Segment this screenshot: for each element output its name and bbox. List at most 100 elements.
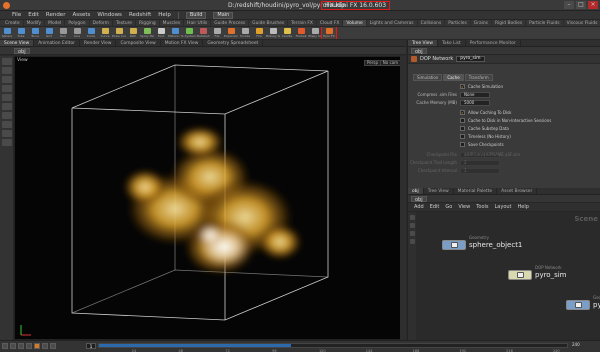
shelf-tool-spray-paint[interactable]: Spray Paint (140, 27, 154, 39)
stop-icon[interactable] (26, 343, 32, 349)
checkbox[interactable] (460, 118, 465, 123)
jump-start-icon[interactable] (2, 343, 8, 349)
checkbox[interactable] (460, 126, 465, 131)
shelf-tool-candle[interactable]: Candle (280, 27, 294, 39)
menu-help[interactable]: Help (158, 12, 171, 18)
rotate-tool-icon[interactable] (1, 76, 12, 83)
shelf-tool-fireball[interactable]: Fireball (294, 27, 308, 39)
minimize-icon[interactable]: – (564, 1, 574, 9)
shelf-tool-draw-curve[interactable]: Draw Curve (112, 27, 126, 39)
tab-asset-browser[interactable]: Asset Browser (497, 188, 538, 194)
network-menu-go[interactable]: Go (445, 204, 452, 210)
shelf-tool-platonic-solids[interactable]: Platonic Solids (168, 27, 182, 39)
network-select-icon[interactable] (409, 215, 415, 220)
tab-tree-view[interactable]: Tree View (424, 188, 454, 194)
shelf-tab-modify[interactable]: Modify (24, 20, 46, 26)
network-pan-icon[interactable] (409, 223, 415, 228)
tab-animation-editor[interactable]: Animation Editor (34, 40, 80, 46)
network-menu-edit[interactable]: Edit (430, 204, 440, 210)
subtab-transform[interactable]: Transform (464, 73, 493, 81)
menu-assets[interactable]: Assets (72, 12, 90, 18)
shelf-tool-file[interactable]: File (210, 27, 224, 39)
tab-composite-view[interactable]: Composite View (116, 40, 161, 46)
snap-tool-icon[interactable] (1, 121, 12, 128)
tab-scene-view[interactable]: Scene View (0, 40, 35, 46)
network-menu-tools[interactable]: Tools (476, 204, 488, 210)
play-icon[interactable] (34, 343, 40, 349)
move-tool-icon[interactable] (1, 67, 12, 74)
shelf-tool-line[interactable]: Line (70, 27, 84, 39)
shelf-tab-guide-brushes[interactable]: Guide Brushes (249, 20, 289, 26)
shelf-tab-grains[interactable]: Grains (471, 20, 492, 26)
shelf-tool-explosion[interactable]: Explosion (224, 27, 238, 39)
shelf-tool-path[interactable]: Path (126, 27, 140, 39)
checkbox[interactable] (460, 142, 465, 147)
shelf-tab-particle-fluids[interactable]: Particle Fluids (526, 20, 564, 26)
network-menu-view[interactable]: View (458, 204, 470, 210)
maximize-icon[interactable]: □ (576, 1, 586, 9)
current-frame-field[interactable]: 1 (86, 343, 96, 349)
handle-tool-icon[interactable] (1, 94, 12, 101)
network-canvas[interactable]: Scene Geometry sphere_object1 DOP Network p… (416, 212, 600, 340)
menu-render[interactable]: Render (46, 12, 66, 18)
shelf-tool-sphere[interactable]: Sphere (0, 27, 14, 39)
scale-tool-icon[interactable] (1, 85, 12, 92)
node-name-field[interactable]: pyro_sim (456, 56, 485, 62)
shelf-tool-l-system[interactable]: L-System (182, 27, 196, 39)
node-body[interactable] (566, 300, 590, 310)
shelf-tool-metaball[interactable]: Metaball (196, 27, 210, 39)
shelf-tab-texture[interactable]: Texture (113, 20, 137, 26)
select-tool-icon[interactable] (1, 58, 12, 65)
jump-end-icon[interactable] (50, 343, 56, 349)
shelf-tab-viscous-fluids[interactable]: Viscous Fluids (564, 20, 600, 26)
play-reverse-icon[interactable] (18, 343, 24, 349)
scene-viewport[interactable]: View Persp No cam (14, 56, 406, 340)
param-field[interactable]: None (460, 91, 490, 98)
step-back-icon[interactable] (10, 343, 16, 349)
shelf-tool-curve[interactable]: Curve (98, 27, 112, 39)
shelf-tool-fire[interactable]: Fire (252, 27, 266, 39)
shelf-tab-rigid-bodies[interactable]: Rigid Bodies (492, 20, 527, 26)
view-tool-icon[interactable] (1, 112, 12, 119)
param-field[interactable]: 5000 (460, 99, 490, 106)
shelf-tool-font[interactable]: Font (154, 27, 168, 39)
shelf-tab-cloud-fx[interactable]: Cloud FX (317, 20, 344, 26)
network-node-pyro-sim[interactable]: DOP Network pyro_sim (508, 265, 567, 280)
shelf-tab-polygon[interactable]: Polygon (65, 20, 90, 26)
network-menu-help[interactable]: Help (518, 204, 529, 210)
shelf-tab-muscles[interactable]: Muscles (160, 20, 185, 26)
camera-menu[interactable]: No cam (379, 60, 401, 66)
tab-obj[interactable]: obj (408, 188, 424, 194)
shelf-tab-guide-process[interactable]: Guide Process (211, 20, 250, 26)
timeline-bar[interactable]: 24 48 72 96 120 144 168 192 216 240 (98, 343, 568, 352)
menu-redshift[interactable]: Redshift (129, 12, 151, 18)
tab-geometry-spreadsheet[interactable]: Geometry Spreadsheet (203, 40, 264, 46)
param-path-crumb[interactable]: obj (411, 47, 427, 55)
shelf-tool-grid[interactable]: Grid (42, 27, 56, 39)
node-body[interactable] (508, 270, 532, 280)
checkbox[interactable]: ✓ (460, 84, 465, 89)
perspective-menu[interactable]: Persp (364, 60, 381, 66)
shelf-tab-lights-and-cameras[interactable]: Lights and Cameras (367, 20, 418, 26)
network-layout-icon[interactable] (409, 239, 415, 244)
tab-performance-monitor[interactable]: Performance Monitor (466, 40, 521, 46)
shelf-tab-rigging[interactable]: Rigging (136, 20, 160, 26)
menu-windows[interactable]: Windows (97, 12, 122, 18)
checkbox[interactable]: ✓ (460, 110, 465, 115)
path-crumb-obj[interactable]: obj (14, 47, 30, 55)
shelf-tool-pyro-fx[interactable]: Pyro FX (321, 27, 337, 39)
subtab-cache[interactable]: Cache (443, 73, 464, 81)
shelf-tool-circle[interactable]: Circle (84, 27, 98, 39)
network-menu-layout[interactable]: Layout (495, 204, 512, 210)
shelf-tab-create[interactable]: Create (2, 20, 24, 26)
network-zoom-icon[interactable] (409, 231, 415, 236)
shelf-tab-deform[interactable]: Deform (90, 20, 113, 26)
tab-tree-view[interactable]: Tree View (408, 40, 438, 46)
network-path-crumb[interactable]: obj (411, 195, 427, 203)
step-forward-icon[interactable] (42, 343, 48, 349)
checkbox[interactable] (460, 134, 465, 139)
paint-tool-icon[interactable] (1, 139, 12, 146)
network-node-sphere-object1[interactable]: Geometry sphere_object1 (442, 235, 522, 250)
pose-tool-icon[interactable] (1, 103, 12, 110)
shelf-tab-particles[interactable]: Particles (445, 20, 471, 26)
